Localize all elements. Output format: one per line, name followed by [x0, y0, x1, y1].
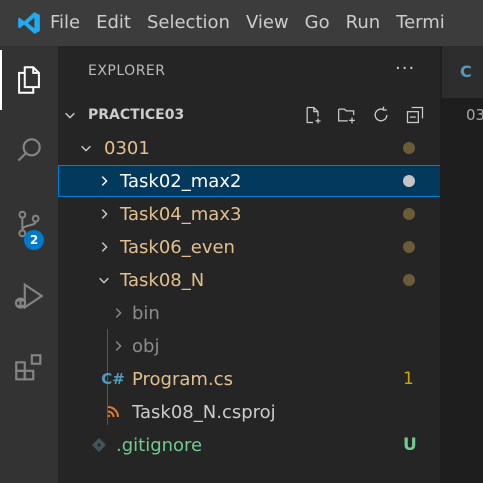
chevron-right-icon: [96, 239, 112, 255]
explorer-header: EXPLORER ···: [58, 46, 442, 98]
explorer-sidebar: EXPLORER ··· PRACTICE03 0301 Task02_max2…: [58, 46, 442, 483]
tree-row-task08[interactable]: Task08_N: [58, 264, 442, 296]
menu-bar: File Edit Selection View Go Run Termi: [50, 0, 453, 46]
file-label: Program.cs: [132, 368, 233, 390]
extensions-icon[interactable]: [0, 338, 58, 398]
run-debug-icon[interactable]: [0, 266, 58, 326]
modified-dot: [403, 142, 415, 154]
tree-row-task04[interactable]: Task04_max3: [58, 198, 442, 230]
breadcrumb[interactable]: 03: [466, 106, 483, 124]
chevron-right-icon: [110, 305, 126, 321]
refresh-icon[interactable]: [369, 103, 393, 127]
chevron-right-icon: [96, 206, 112, 222]
explorer-title: EXPLORER: [88, 63, 166, 79]
git-file-icon: [90, 436, 108, 454]
modified-dot: [403, 208, 415, 220]
modified-dot: [403, 241, 415, 253]
menu-selection[interactable]: Selection: [139, 0, 238, 46]
editor-area: C 03: [442, 46, 483, 483]
menu-file[interactable]: File: [50, 0, 88, 46]
source-control-badge: 2: [24, 230, 44, 250]
new-file-icon[interactable]: [301, 103, 325, 127]
tree-row-task06[interactable]: Task06_even: [58, 231, 442, 263]
folder-label: Task04_max3: [120, 203, 242, 225]
chevron-right-icon: [96, 173, 112, 189]
folder-label: Task08_N: [120, 269, 205, 291]
search-icon[interactable]: [0, 120, 58, 180]
tree-row-csproj[interactable]: Task08_N.csproj: [58, 396, 442, 428]
folder-label: Task06_even: [120, 236, 235, 258]
collapse-all-icon[interactable]: [403, 103, 427, 127]
folder-label: Task02_max2: [120, 170, 242, 192]
rss-file-icon: [104, 403, 122, 421]
tree-row-bin[interactable]: bin: [58, 297, 442, 329]
chevron-down-icon: [96, 272, 112, 288]
problems-count: 1: [403, 369, 414, 389]
source-control-icon[interactable]: 2: [0, 194, 58, 254]
new-folder-icon[interactable]: [335, 103, 359, 127]
tree-row-program-cs[interactable]: C# Program.cs 1: [58, 363, 442, 395]
tree-row-task02[interactable]: Task02_max2: [58, 165, 442, 197]
folder-label: obj: [132, 335, 160, 357]
menu-view[interactable]: View: [238, 0, 297, 46]
chevron-down-icon: [62, 107, 78, 123]
workspace-root-row[interactable]: PRACTICE03: [58, 99, 442, 131]
menu-terminal[interactable]: Termi: [388, 0, 453, 46]
explorer-actions: [301, 99, 427, 131]
modified-dot: [403, 274, 415, 286]
tree-row-obj[interactable]: obj: [58, 330, 442, 362]
menu-edit[interactable]: Edit: [88, 0, 139, 46]
git-status-badge: U: [403, 435, 417, 455]
file-label: Task08_N.csproj: [132, 401, 276, 423]
csharp-file-icon: C: [460, 62, 472, 81]
chevron-right-icon: [110, 338, 126, 354]
folder-label: 0301: [104, 137, 150, 159]
modified-dot: [403, 175, 415, 187]
menu-go[interactable]: Go: [297, 0, 338, 46]
activity-bar: 2: [0, 46, 58, 483]
title-bar: File Edit Selection View Go Run Termi: [0, 0, 483, 46]
file-label: .gitignore: [116, 434, 203, 456]
menu-run[interactable]: Run: [338, 0, 389, 46]
workspace-root-label: PRACTICE03: [88, 107, 185, 123]
chevron-down-icon: [78, 140, 94, 156]
editor-tab[interactable]: C: [442, 46, 483, 98]
files-icon[interactable]: [0, 50, 58, 110]
csharp-file-icon: C#: [101, 370, 125, 388]
tree-row-0301[interactable]: 0301: [58, 132, 442, 164]
folder-label: bin: [132, 302, 160, 324]
more-actions-icon[interactable]: ···: [395, 58, 415, 79]
tree-row-gitignore[interactable]: .gitignore U: [58, 429, 442, 461]
